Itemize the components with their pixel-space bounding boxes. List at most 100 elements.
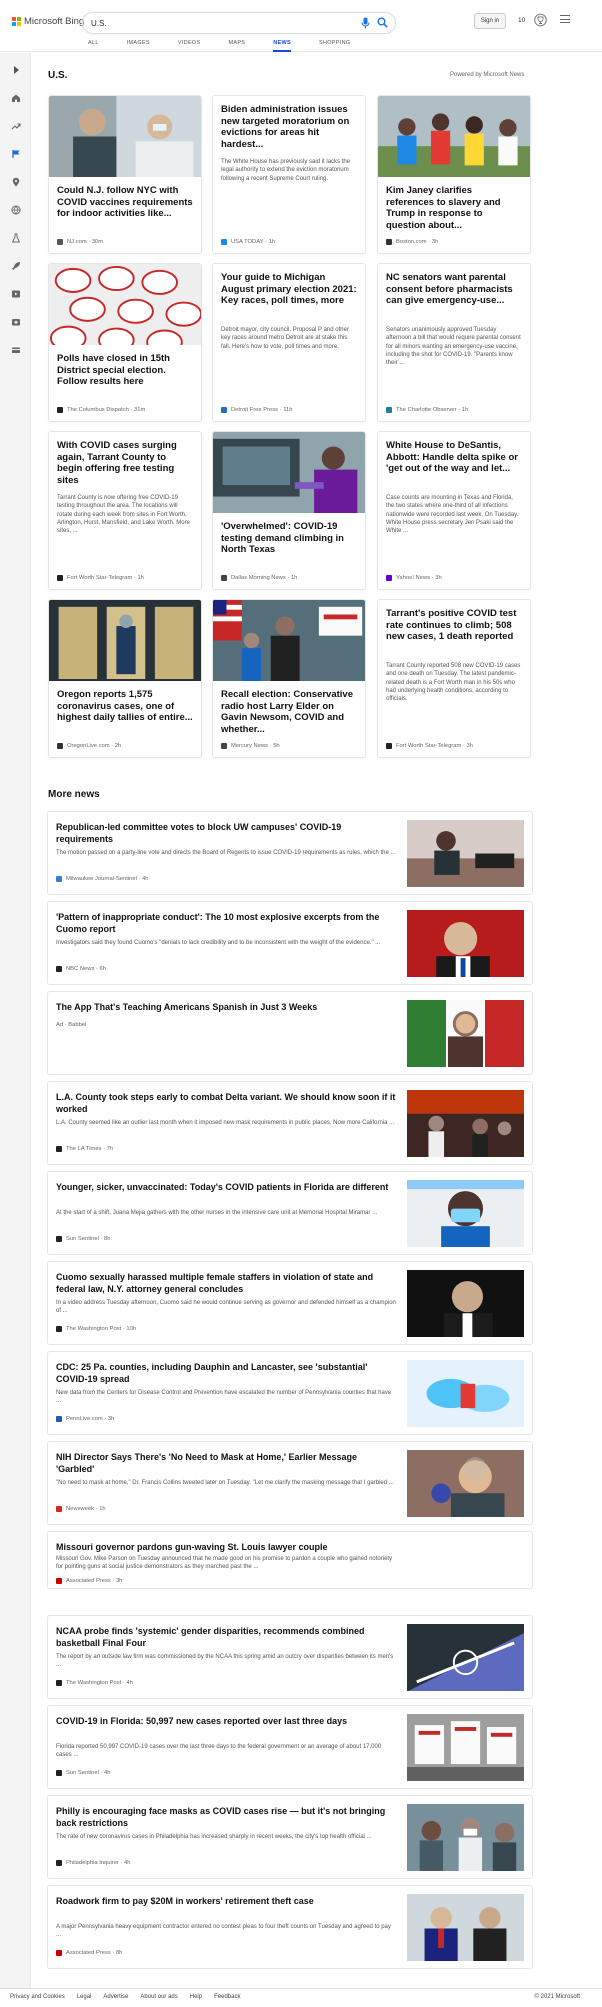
more-news-item[interactable]: NIH Director Says There's 'No Need to Ma… (47, 1441, 533, 1525)
news-card-title[interactable]: Polls have closed in 15th District speci… (57, 353, 193, 399)
footer-link-feedback[interactable]: Feedback (214, 1994, 240, 2000)
rewards-points[interactable]: 10 (518, 17, 525, 24)
hamburger-menu-icon[interactable] (560, 15, 570, 26)
news-card[interactable]: Oregon reports 1,575 coronavirus cases, … (48, 599, 202, 758)
more-news-title[interactable]: 'Pattern of inappropriate conduct': The … (56, 911, 396, 935)
news-card-title[interactable]: Recall election: Conservative radio host… (221, 689, 357, 735)
health-icon[interactable] (11, 317, 21, 327)
tab-news[interactable]: NEWS (273, 40, 291, 52)
more-news-item[interactable]: Roadwork firm to pay $20M in workers' re… (47, 1885, 533, 1969)
search-box[interactable] (82, 12, 396, 34)
news-card-title[interactable]: 'Overwhelmed': COVID-19 testing demand c… (221, 521, 357, 567)
more-news-source[interactable]: The LA Times · 7h (56, 1146, 113, 1152)
news-card-source[interactable]: Dallas Morning News · 1h (221, 575, 297, 581)
more-news-title[interactable]: NCAA probe finds 'systemic' gender dispa… (56, 1625, 396, 1649)
news-card-title[interactable]: White House to DeSantis, Abbott: Handle … (386, 440, 522, 486)
microphone-icon[interactable] (361, 17, 370, 29)
more-news-source[interactable]: Sun Sentinel · 8h (56, 1236, 110, 1242)
science-icon[interactable] (11, 233, 21, 243)
more-news-item[interactable]: 'Pattern of inappropriate conduct': The … (47, 901, 533, 985)
news-card-image[interactable] (213, 600, 365, 681)
more-news-source[interactable]: Associated Press · 3h (56, 1578, 122, 1584)
more-news-title[interactable]: Younger, sicker, unvaccinated: Today's C… (56, 1181, 396, 1193)
more-news-item[interactable]: Philly is encouraging face masks as COVI… (47, 1795, 533, 1879)
more-news-item[interactable]: The App That's Teaching Americans Spanis… (47, 991, 533, 1075)
news-card-title[interactable]: Your guide to Michigan August primary el… (221, 272, 357, 318)
powered-by-label[interactable]: Powered by Microsoft News (450, 72, 524, 78)
more-news-source[interactable]: Newsweek · 1h (56, 1506, 106, 1512)
more-news-item[interactable]: Republican-led committee votes to block … (47, 811, 533, 895)
news-card-title[interactable]: With COVID cases surging again, Tarrant … (57, 440, 193, 486)
news-card[interactable]: Recall election: Conservative radio host… (212, 599, 366, 758)
news-card-title[interactable]: NC senators want parental consent before… (386, 272, 522, 318)
more-news-thumbnail[interactable] (407, 1804, 524, 1871)
tab-shopping[interactable]: SHOPPING (319, 40, 350, 52)
news-card-image[interactable] (49, 264, 201, 345)
us-flag-icon[interactable] (11, 149, 21, 159)
more-news-title[interactable]: CDC: 25 Pa. counties, including Dauphin … (56, 1361, 396, 1385)
more-news-title[interactable]: Missouri governor pardons gun-waving St.… (56, 1541, 396, 1553)
news-card[interactable]: Biden administration issues new targeted… (212, 95, 366, 254)
more-news-source[interactable]: Sun Sentinel · 4h (56, 1770, 110, 1776)
news-card[interactable]: Kim Janey clarifies references to slaver… (377, 95, 531, 254)
search-input[interactable] (91, 16, 351, 30)
more-news-thumbnail[interactable] (407, 1360, 524, 1427)
news-card[interactable]: Your guide to Michigan August primary el… (212, 263, 366, 422)
news-card[interactable]: 'Overwhelmed': COVID-19 testing demand c… (212, 431, 366, 590)
news-card-source[interactable]: Fort Worth Star-Telegram · 1h (57, 575, 144, 581)
news-card-image[interactable] (213, 432, 365, 513)
search-icon[interactable] (377, 17, 388, 28)
news-card-source[interactable]: Fort Worth Star-Telegram · 3h (386, 743, 473, 749)
news-card-source[interactable]: Yahoo! News · 3h (386, 575, 442, 581)
news-card-source[interactable]: The Charlotte Observer · 1h (386, 407, 468, 413)
more-news-item[interactable]: Cuomo sexually harassed multiple female … (47, 1261, 533, 1345)
news-card[interactable]: White House to DeSantis, Abbott: Handle … (377, 431, 531, 590)
more-news-item[interactable]: Missouri governor pardons gun-waving St.… (47, 1531, 533, 1589)
more-news-title[interactable]: Roadwork firm to pay $20M in workers' re… (56, 1895, 396, 1907)
footer-link-about-ads[interactable]: About our ads (140, 1994, 177, 2000)
news-card-source[interactable]: OregonLive.com · 2h (57, 743, 121, 749)
bing-logo[interactable]: Microsoft Bing (12, 16, 84, 27)
news-card-title[interactable]: Biden administration issues new targeted… (221, 104, 357, 150)
more-news-title[interactable]: L.A. County took steps early to combat D… (56, 1091, 396, 1115)
news-card-image[interactable] (49, 600, 201, 681)
expand-arrow-icon[interactable] (11, 65, 21, 75)
footer-link-help[interactable]: Help (190, 1994, 202, 2000)
news-card-source[interactable]: USA TODAY · 1h (221, 239, 275, 245)
more-news-source[interactable]: The Washington Post · 10h (56, 1326, 136, 1332)
more-news-source[interactable]: NBC News · 6h (56, 966, 106, 972)
more-news-source[interactable]: PennLive.com · 3h (56, 1416, 114, 1422)
more-news-source[interactable]: The Washington Post · 4h (56, 1680, 133, 1686)
tab-images[interactable]: IMAGES (127, 40, 150, 52)
more-news-thumbnail[interactable] (407, 1714, 524, 1781)
more-news-title[interactable]: Cuomo sexually harassed multiple female … (56, 1271, 396, 1295)
more-news-thumbnail[interactable] (407, 820, 524, 887)
more-news-source[interactable]: Milwaukee Journal-Sentinel · 4h (56, 876, 149, 882)
home-icon[interactable] (11, 93, 21, 103)
entertainment-icon[interactable] (11, 289, 21, 299)
more-news-thumbnail[interactable] (407, 1624, 524, 1691)
more-news-title[interactable]: The App That's Teaching Americans Spanis… (56, 1001, 396, 1013)
news-card-source[interactable]: Mercury News · 5h (221, 743, 280, 749)
more-news-thumbnail[interactable] (407, 1450, 524, 1517)
more-news-item[interactable]: L.A. County took steps early to combat D… (47, 1081, 533, 1165)
news-card-source[interactable]: Boston.com · 3h (386, 239, 438, 245)
more-news-item[interactable]: COVID-19 in Florida: 50,997 new cases re… (47, 1705, 533, 1789)
news-card-source[interactable]: Detroit Free Press · 11h (221, 407, 292, 413)
news-card-source[interactable]: The Columbus Dispatch · 31m (57, 407, 145, 413)
location-pin-icon[interactable] (11, 177, 21, 187)
more-news-title[interactable]: Republican-led committee votes to block … (56, 821, 396, 845)
more-news-item[interactable]: NCAA probe finds 'systemic' gender dispa… (47, 1615, 533, 1699)
more-news-thumbnail[interactable] (407, 1000, 524, 1067)
more-news-title[interactable]: Philly is encouraging face masks as COVI… (56, 1805, 396, 1829)
tab-maps[interactable]: MAPS (228, 40, 245, 52)
footer-link-legal[interactable]: Legal (77, 1994, 92, 2000)
money-icon[interactable] (11, 345, 21, 355)
more-news-thumbnail[interactable] (407, 910, 524, 977)
more-news-title[interactable]: NIH Director Says There's 'No Need to Ma… (56, 1451, 396, 1475)
news-card-image[interactable] (378, 96, 530, 177)
news-card[interactable]: With COVID cases surging again, Tarrant … (48, 431, 202, 590)
more-news-thumbnail[interactable] (407, 1894, 524, 1961)
more-news-thumbnail[interactable] (407, 1270, 524, 1337)
news-card[interactable]: Polls have closed in 15th District speci… (48, 263, 202, 422)
